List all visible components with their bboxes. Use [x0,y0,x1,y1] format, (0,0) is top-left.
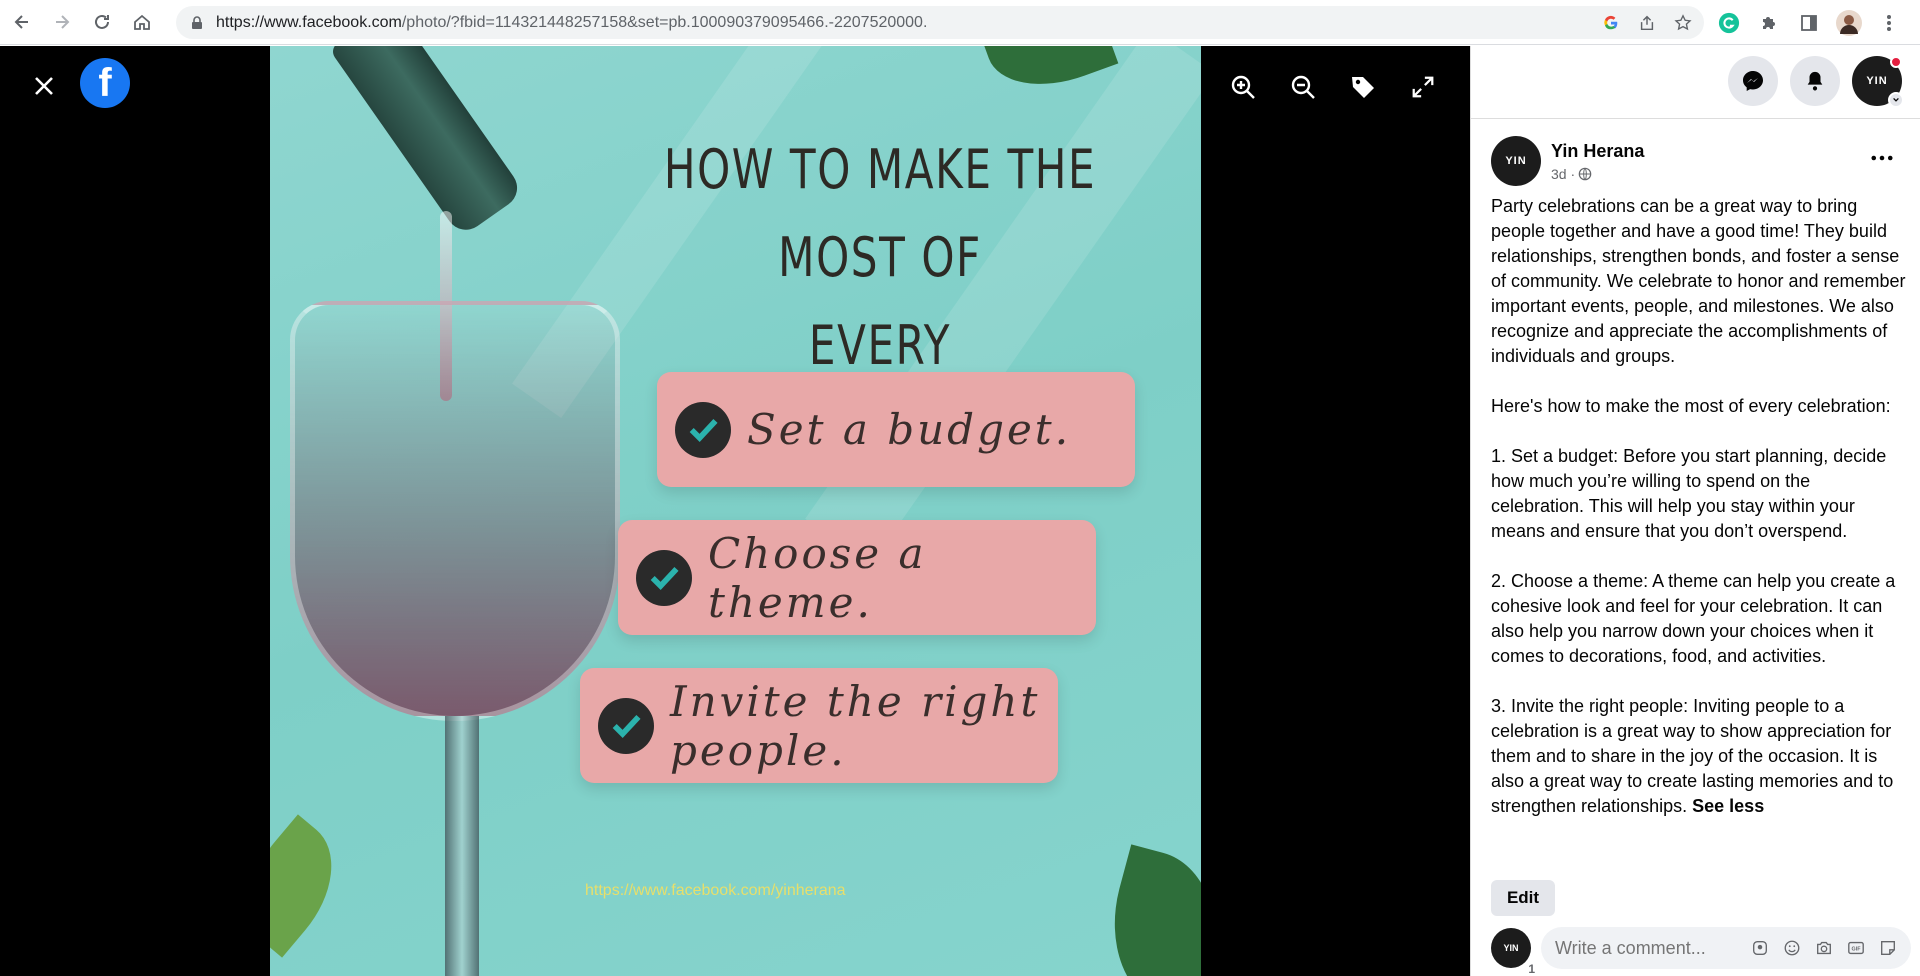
grammarly-icon[interactable] [1716,10,1742,36]
post-paragraph: 1. Set a budget: Before you start planni… [1491,446,1887,541]
commenter-avatar[interactable]: YIN 1 [1491,928,1535,976]
forward-icon[interactable] [44,4,80,40]
wine-glass-stem [445,716,479,976]
checkmark-icon [598,697,654,754]
camera-icon[interactable] [1813,937,1835,959]
post-paragraph: 3. Invite the right people: Inviting peo… [1491,694,1906,819]
home-icon[interactable] [124,4,160,40]
post-author-name[interactable]: Yin Herana [1551,141,1644,162]
comment-input[interactable] [1555,937,1745,959]
post-text: Party celebrations can be a great way to… [1491,194,1906,819]
facebook-logo[interactable]: f [80,58,130,108]
notifications-button[interactable] [1790,56,1840,106]
post-header: YIN Yin Herana 3d · [1491,136,1644,186]
photo-viewer: f HOW TO MAKE THE MOST OF EVERY CELEBRAT… [0,46,1470,976]
checklist-item-text: Set a budget. [747,405,1072,454]
checklist-card: Invite the right people. [580,668,1058,783]
account-avatar-text: YIN [1866,75,1888,87]
messenger-button[interactable] [1728,56,1778,106]
author-avatar-text: YIN [1505,155,1527,167]
author-avatar[interactable]: YIN [1491,136,1541,186]
more-options-icon[interactable] [1866,146,1898,170]
leaf-decoration [981,46,1119,105]
url-host: https://www.facebook.com [216,13,402,31]
commenter-avatar-text: YIN [1503,943,1519,953]
checkmark-icon [636,549,692,606]
url-path: /photo/?fbid=114321448257158&set=pb.1000… [401,13,928,31]
post-time-text: 3d · [1551,165,1576,182]
checklist-item-text: Choose a theme. [708,528,927,627]
tag-icon[interactable] [1348,72,1378,102]
photo-url-caption: https://www.facebook.com/yinherana [585,882,846,899]
svg-text:GIF: GIF [1852,947,1862,953]
bookmark-star-icon[interactable] [1672,12,1694,34]
notification-dot [1890,56,1902,68]
zoom-in-icon[interactable] [1228,72,1258,102]
facebook-logo-letter: f [98,60,112,105]
edit-button[interactable]: Edit [1491,880,1555,916]
see-less-link[interactable]: See less [1692,796,1764,816]
close-icon[interactable] [26,68,62,104]
checkmark-icon [675,401,731,458]
post-paragraph: 2. Choose a theme: A theme can help you … [1491,571,1896,666]
emoji-icon[interactable] [1781,937,1803,959]
extensions-puzzle-icon[interactable] [1756,10,1782,36]
browser-toolbar: https://www.facebook.com/photo/?fbid=114… [0,0,1920,45]
account-avatar-button[interactable]: YIN [1852,56,1904,108]
lock-icon [192,15,202,29]
browser-menu-icon[interactable] [1876,10,1902,36]
reload-icon[interactable] [84,4,120,40]
checklist-item-text: Invite the right people. [670,676,1041,775]
wine-glass-bowl [290,301,620,721]
gif-icon[interactable]: GIF [1845,937,1867,959]
checklist-card: Set a budget. [657,372,1135,487]
wine-bottle [329,46,525,238]
bell-icon [1807,71,1823,91]
post-details-panel: YIN YIN Yin Herana 3d · Party celebratio… [1470,46,1920,976]
post-paragraph: Here's how to make the most of every cel… [1491,396,1891,416]
messenger-icon [1743,71,1763,91]
back-icon[interactable] [4,4,40,40]
zoom-out-icon[interactable] [1288,72,1318,102]
headline-line-1: HOW TO MAKE THE MOST OF [663,138,1097,289]
chrome-profile-avatar[interactable] [1836,9,1862,36]
avatar-sticker-icon[interactable] [1749,937,1771,959]
leaf-decoration [1092,844,1201,976]
fullscreen-icon[interactable] [1408,72,1438,102]
avatar-badge: 1 [1528,962,1535,976]
globe-icon [1578,167,1592,180]
share-icon[interactable] [1636,12,1658,34]
sticker-icon[interactable] [1877,937,1899,959]
post-photo: HOW TO MAKE THE MOST OF EVERY CELEBRATIO… [270,46,1201,976]
chevron-down-icon [1888,92,1904,108]
url-text: https://www.facebook.com/photo/?fbid=114… [216,14,927,32]
google-icon[interactable] [1600,12,1622,34]
side-panel-icon[interactable] [1796,10,1822,36]
comment-composer: YIN 1 GIF [1491,926,1911,976]
post-timestamp[interactable]: 3d · [1551,166,1644,182]
panel-divider [1471,118,1920,119]
checklist-card: Choose a theme. [618,520,1096,635]
comment-box[interactable]: GIF [1541,927,1911,969]
leaf-decoration [270,814,360,958]
post-paragraph: Party celebrations can be a great way to… [1491,196,1906,366]
address-bar[interactable]: https://www.facebook.com/photo/?fbid=114… [176,6,1704,39]
